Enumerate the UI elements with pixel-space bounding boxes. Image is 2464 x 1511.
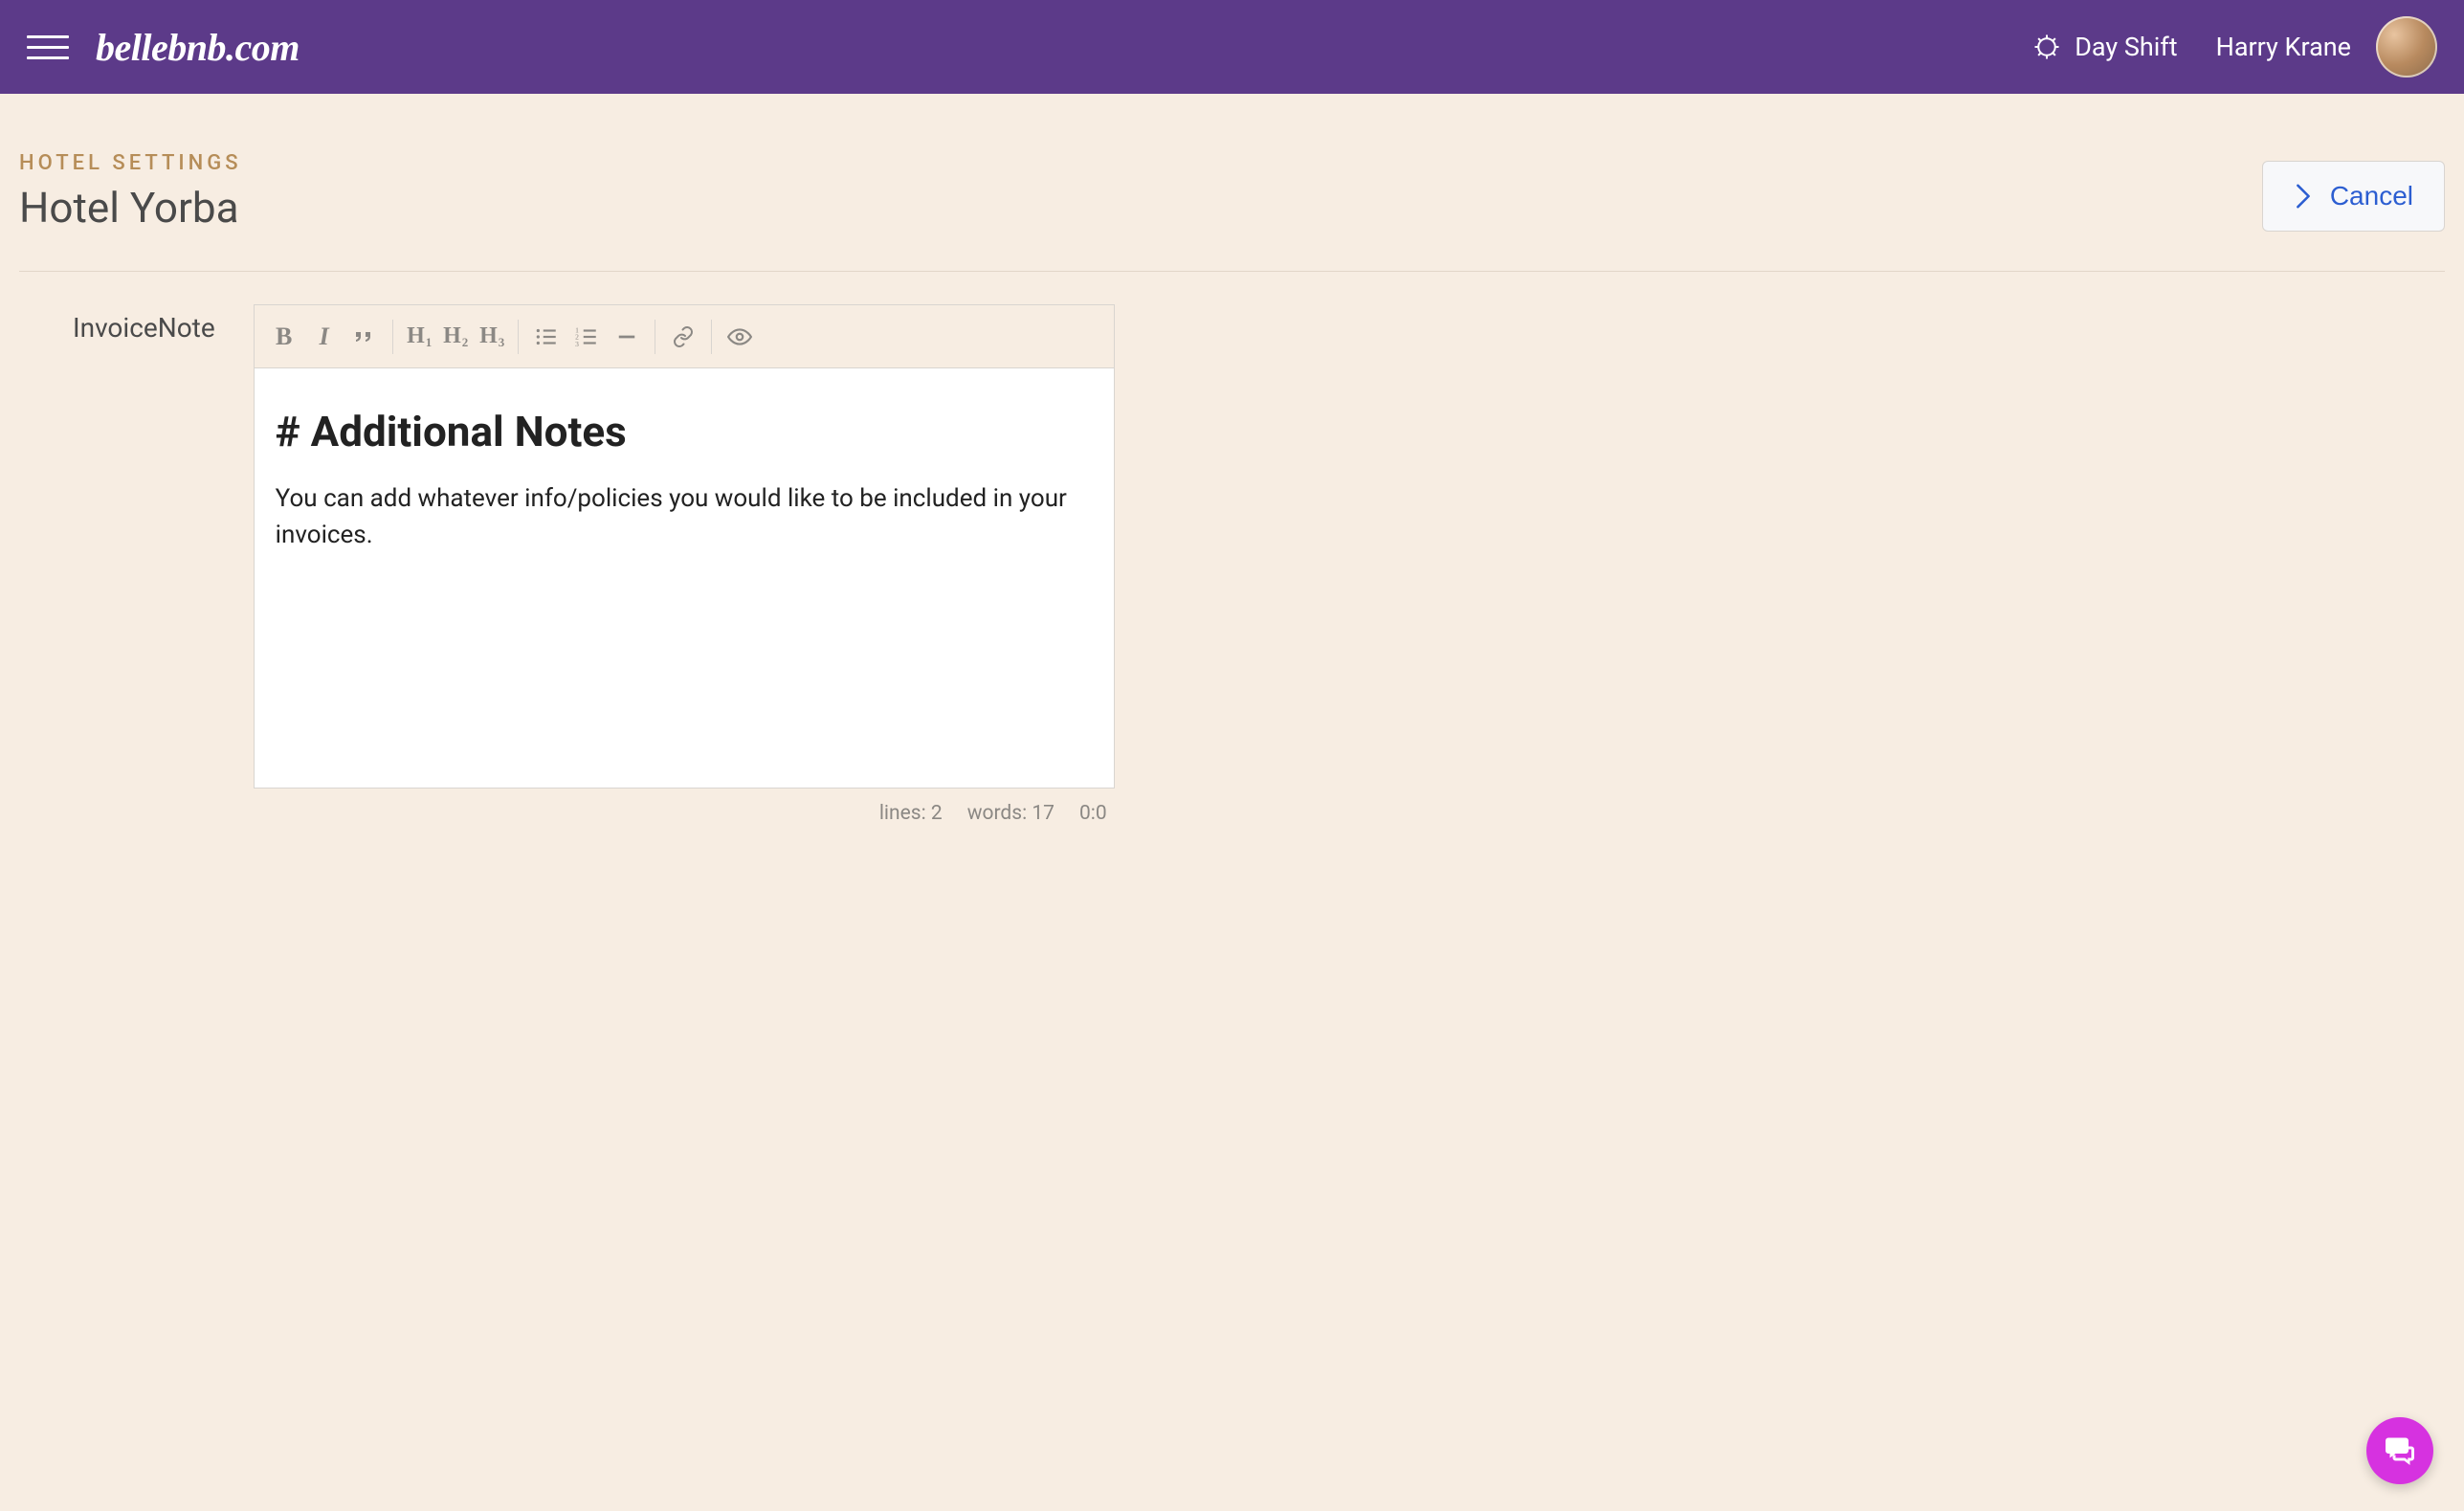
- h3-button[interactable]: H3: [474, 317, 510, 357]
- invoice-note-label: InvoiceNote: [73, 312, 215, 344]
- shift-label: Day Shift: [2075, 32, 2177, 62]
- chevron-right-icon: [2294, 183, 2313, 210]
- username-link[interactable]: Harry Krane: [2216, 32, 2351, 62]
- italic-button[interactable]: I: [304, 317, 344, 357]
- shift-selector[interactable]: Day Shift: [2032, 32, 2177, 62]
- gear-icon: [2032, 33, 2061, 61]
- editor-paragraph: You can add whatever info/policies you w…: [276, 481, 1093, 553]
- editor-status: lines: 2 words: 17 0:0: [254, 789, 1115, 825]
- horizontal-rule-button[interactable]: [607, 317, 647, 357]
- h1-button[interactable]: H1: [401, 317, 437, 357]
- status-cursor: 0:0: [1079, 802, 1107, 825]
- editor-toolbar: B I H1 H2 H3: [254, 304, 1115, 367]
- editor-textarea[interactable]: # Additional Notes You can add whatever …: [254, 367, 1115, 789]
- avatar[interactable]: [2376, 16, 2437, 78]
- breadcrumb: HOTEL SETTINGS Hotel Yorba: [19, 151, 242, 233]
- link-button[interactable]: [663, 317, 703, 357]
- menu-button[interactable]: [27, 26, 69, 68]
- blockquote-button[interactable]: [344, 317, 385, 357]
- h2-button[interactable]: H2: [437, 317, 474, 357]
- status-lines: lines: 2: [879, 802, 943, 825]
- page-title: Hotel Yorba: [19, 183, 242, 233]
- editor-heading: # Additional Notes: [276, 407, 1093, 456]
- status-words: words: 17: [967, 802, 1054, 825]
- unordered-list-button[interactable]: [526, 317, 566, 357]
- cancel-button[interactable]: Cancel: [2262, 161, 2445, 232]
- markdown-editor: B I H1 H2 H3: [254, 304, 1115, 825]
- chat-fab[interactable]: [2366, 1417, 2433, 1484]
- preview-button[interactable]: [720, 317, 760, 357]
- cancel-label: Cancel: [2330, 181, 2413, 211]
- logo[interactable]: bellebnb.com: [96, 25, 300, 70]
- bold-button[interactable]: B: [264, 317, 304, 357]
- breadcrumb-section: HOTEL SETTINGS: [19, 151, 242, 175]
- chat-icon: [2383, 1433, 2417, 1468]
- topbar: bellebnb.com Day Shift Harry Krane: [0, 0, 2464, 94]
- svg-text:3: 3: [575, 339, 579, 347]
- ordered-list-button[interactable]: 1 2 3: [566, 317, 607, 357]
